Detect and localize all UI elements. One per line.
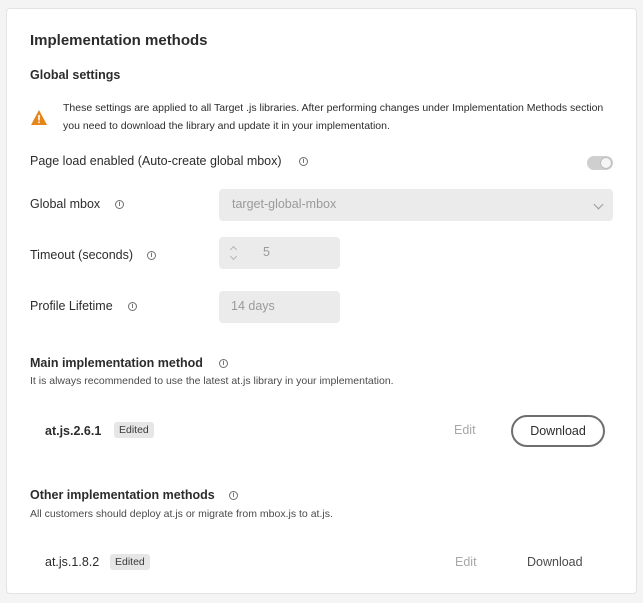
timeout-input[interactable]: 5 [219,237,340,269]
page-load-toggle[interactable] [587,156,613,170]
warning-message: These settings are applied to all Target… [63,102,604,132]
info-icon[interactable]: i [128,302,137,311]
status-badge: Edited [110,554,150,570]
other-library-name: at.js.1.8.2 [45,555,100,569]
stepper-icon[interactable] [229,244,239,262]
global-mbox-value: target-global-mbox [232,197,337,211]
stepper-down-icon[interactable] [229,252,238,261]
download-button[interactable]: Download [527,555,583,569]
status-badge: Edited [114,422,154,438]
profile-lifetime-value: 14 days [231,299,275,313]
toggle-knob [600,157,612,169]
info-icon[interactable]: i [147,251,156,260]
timeout-value: 5 [263,245,270,259]
info-icon[interactable]: i [299,157,308,166]
global-mbox-label: Global mbox [30,197,101,211]
main-method-description: It is always recommended to use the late… [30,375,394,387]
global-settings-heading: Global settings [30,68,121,82]
page-title: Implementation methods [30,32,208,49]
info-icon[interactable]: i [219,359,228,368]
main-method-heading: Main implementation method [30,356,203,370]
profile-lifetime-input[interactable]: 14 days [219,291,340,323]
main-library-name: at.js.2.6.1 [45,424,102,438]
edit-button[interactable]: Edit [454,423,476,437]
timeout-label: Timeout (seconds) [30,248,134,262]
info-icon[interactable]: i [229,491,238,500]
info-icon[interactable]: i [115,200,124,209]
chevron-down-icon [593,199,604,210]
download-button[interactable]: Download [511,415,605,447]
edit-button[interactable]: Edit [455,555,477,569]
other-methods-heading: Other implementation methods [30,488,215,502]
implementation-methods-card: Implementation methods Global settings T… [6,8,637,594]
global-mbox-select[interactable]: target-global-mbox [219,189,613,221]
other-methods-description: All customers should deploy at.js or mig… [30,508,333,520]
warning-triangle-icon [31,110,47,125]
profile-lifetime-label: Profile Lifetime [30,299,113,313]
page-load-label: Page load enabled (Auto-create global mb… [30,154,282,168]
